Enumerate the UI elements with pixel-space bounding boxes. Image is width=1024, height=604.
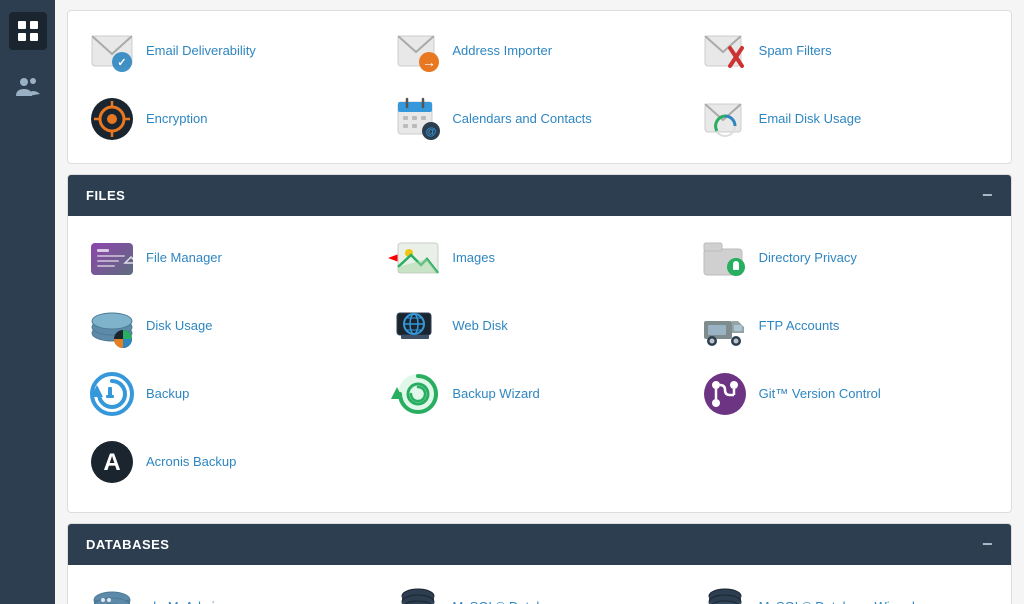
mysql-databases-label: MySQL® Databases [452,599,571,604]
mysql-databases-icon [394,583,442,604]
backup-item[interactable]: Backup [80,360,386,428]
web-disk-icon [394,302,442,350]
backup-wizard-icon [394,370,442,418]
files-section-header: FILES − [68,175,1011,216]
address-importer-item[interactable]: → Address Importer [386,17,692,85]
phpmyadmin-item[interactable]: phpMyAdmin [80,573,386,604]
file-manager-item[interactable]: File Manager [80,224,386,292]
address-importer-label: Address Importer [452,43,552,60]
mysql-database-wizard-label: MySQL® Database Wizard [759,599,915,604]
acronis-backup-label: Acronis Backup [146,454,236,471]
spam-filters-item[interactable]: Spam Filters [693,17,999,85]
directory-privacy-item[interactable]: Directory Privacy [693,224,999,292]
main-content: ✓ Email Deliverability → Address Importe… [55,0,1024,604]
svg-text:→: → [422,54,436,70]
databases-section-header: DATABASES − [68,524,1011,565]
images-label: Images [452,250,495,267]
backup-wizard-label: Backup Wizard [452,386,539,403]
email-disk-usage-icon [701,95,749,143]
ftp-accounts-icon [701,302,749,350]
email-section: ✓ Email Deliverability → Address Importe… [67,10,1012,164]
git-version-control-icon [701,370,749,418]
directory-privacy-label: Directory Privacy [759,250,857,267]
files-section: FILES − [67,174,1012,513]
databases-section-title: DATABASES [86,537,169,552]
acronis-backup-item[interactable]: A Acronis Backup [80,428,386,496]
calendars-contacts-label: Calendars and Contacts [452,111,591,128]
files-section-title: FILES [86,188,125,203]
disk-usage-item[interactable]: Disk Usage [80,292,386,360]
backup-label: Backup [146,386,189,403]
images-item[interactable]: Images [386,224,692,292]
backup-wizard-item[interactable]: Backup Wizard [386,360,692,428]
backup-icon [88,370,136,418]
encryption-item[interactable]: Encryption [80,85,386,153]
databases-section-collapse[interactable]: − [982,534,993,555]
phpmyadmin-label: phpMyAdmin [146,599,222,604]
directory-privacy-icon [701,234,749,282]
encryption-label: Encryption [146,111,207,128]
acronis-backup-icon: A [88,438,136,486]
file-manager-icon [88,234,136,282]
address-importer-icon: → [394,27,442,75]
mysql-database-wizard-item[interactable]: Q MySQL® Database Wizard [693,573,999,604]
mysql-database-wizard-icon: Q [701,583,749,604]
databases-section: DATABASES − [67,523,1012,604]
svg-text:✓: ✓ [117,57,126,69]
disk-usage-label: Disk Usage [146,318,212,335]
email-deliverability-label: Email Deliverability [146,43,256,60]
git-version-control-label: Git™ Version Control [759,386,881,403]
phpmyadmin-icon [88,583,136,604]
svg-text:@: @ [426,126,437,138]
web-disk-item[interactable]: Web Disk [386,292,692,360]
email-deliverability-item[interactable]: ✓ Email Deliverability [80,17,386,85]
email-deliverability-icon: ✓ [88,27,136,75]
sidebar-item-grid[interactable] [9,12,47,50]
files-section-collapse[interactable]: − [982,185,993,206]
spam-filters-icon [701,27,749,75]
sidebar-item-users[interactable] [9,68,47,106]
file-manager-label: File Manager [146,250,222,267]
ftp-accounts-label: FTP Accounts [759,318,840,335]
disk-usage-icon [88,302,136,350]
git-version-control-item[interactable]: Git™ Version Control [693,360,999,428]
web-disk-label: Web Disk [452,318,507,335]
svg-text:A: A [103,449,120,476]
calendars-contacts-icon: @ [394,95,442,143]
ftp-accounts-item[interactable]: FTP Accounts [693,292,999,360]
encryption-icon [88,95,136,143]
spam-filters-label: Spam Filters [759,43,832,60]
sidebar [0,0,55,604]
mysql-databases-item[interactable]: MySQL® Databases [386,573,692,604]
images-icon [394,234,442,282]
email-disk-usage-label: Email Disk Usage [759,111,862,128]
calendars-contacts-item[interactable]: @ Calendars and Contacts [386,85,692,153]
email-disk-usage-item[interactable]: Email Disk Usage [693,85,999,153]
